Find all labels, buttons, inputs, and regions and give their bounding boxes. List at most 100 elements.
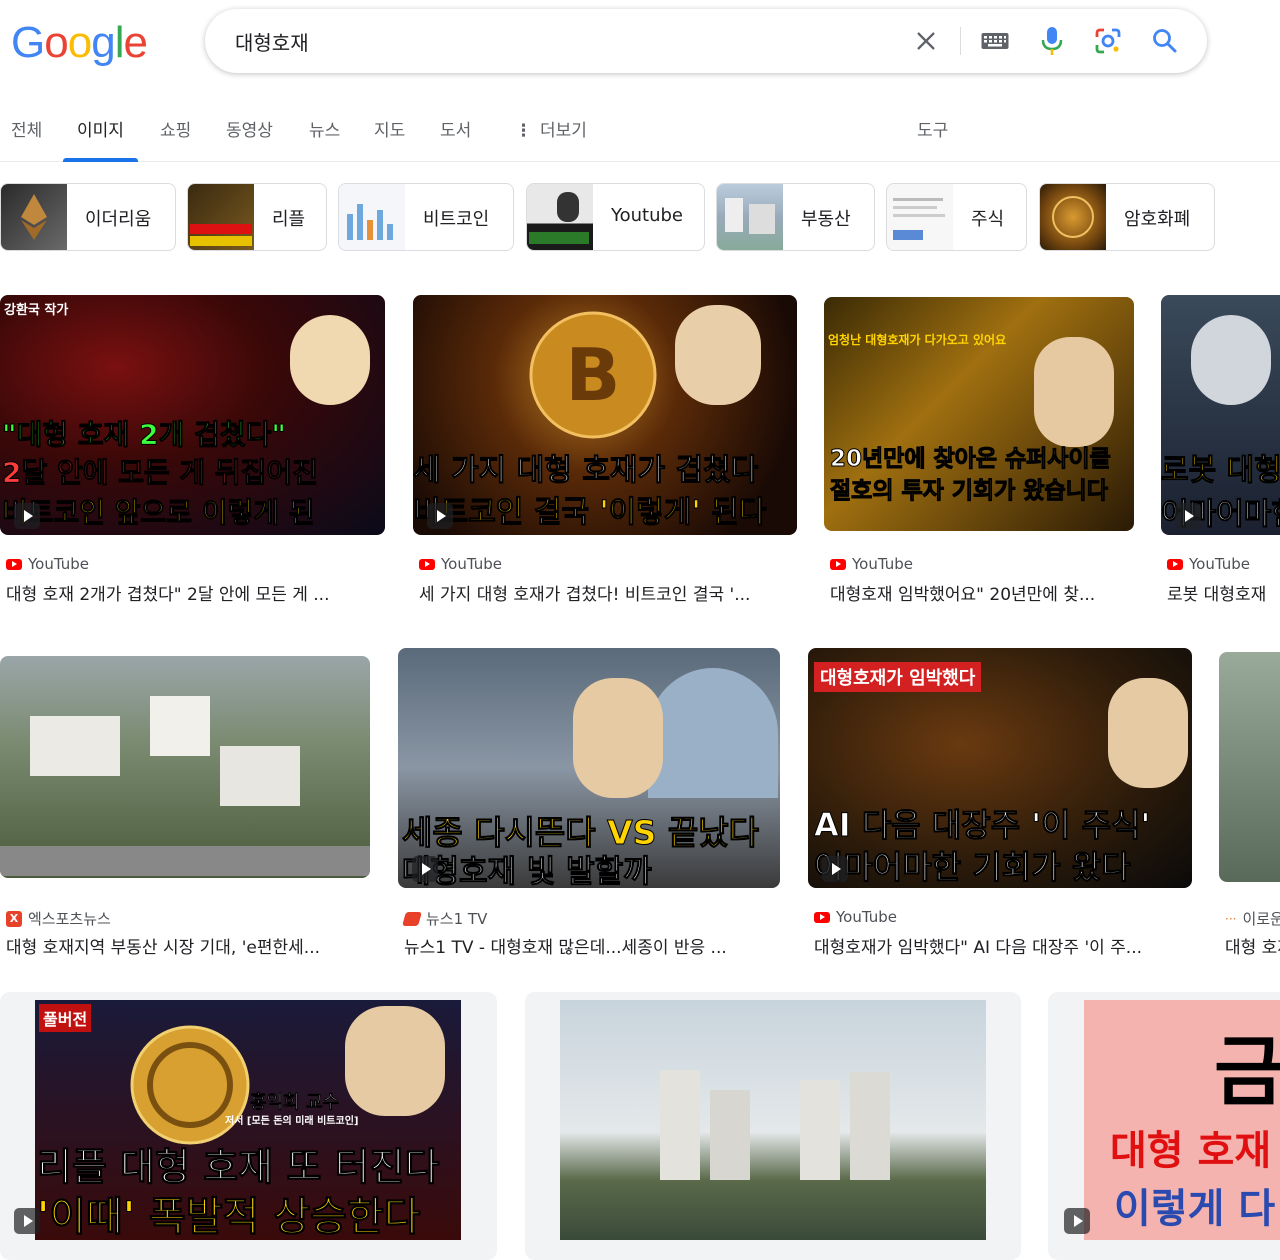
thumb-caption: 어마어마한 기회가 왔다 bbox=[814, 848, 1132, 887]
tab-tools[interactable]: 도구 bbox=[917, 116, 948, 162]
thumb-caption: 리플 대형 호재 또 터진다 bbox=[37, 1145, 441, 1190]
tab-shopping[interactable]: 쇼핑 bbox=[160, 116, 191, 162]
microphone-icon[interactable] bbox=[1034, 23, 1070, 59]
result-title[interactable]: 대형호재가 임박했다" AI 다음 대장주 '이 주... bbox=[814, 933, 1188, 958]
image-result[interactable]: 풀버전 홍익희 교수 저서 [모든 돈의 미래 비트코인] 리플 대형 호재 또… bbox=[0, 992, 497, 1260]
result-source: X 엑스포츠뉴스 bbox=[6, 908, 111, 929]
tab-all[interactable]: 전체 bbox=[11, 116, 42, 162]
chip-ripple[interactable]: 리플 bbox=[187, 183, 327, 251]
image-result[interactable]: 금 대형 호재 이렇게 다 bbox=[1048, 992, 1280, 1260]
thumb-caption: "대형 호재 2개 겹쳤다" bbox=[2, 418, 287, 452]
image-result[interactable]: 엄청난 대형호재가 다가오고 있어요 20년만에 찾아온 슈퍼사이클 절호의 투… bbox=[824, 287, 1134, 607]
result-thumbnail: B 세 가지 대형 호재가 겹쳤다 비트코인 결국 '이렇게' 된다 bbox=[413, 295, 797, 535]
result-title[interactable]: 대형호재 임박했어요" 20년만에 찾... bbox=[830, 580, 1130, 605]
thumb-caption: 풀버전 bbox=[39, 1004, 92, 1032]
chip-youtube[interactable]: Youtube bbox=[526, 183, 705, 251]
chip-label: 부동산 bbox=[801, 209, 851, 230]
image-result[interactable]: 세종 다시뜬다 VS 끝났다 대형호재 빛 발할까 뉴스1 TV 뉴스1 TV … bbox=[398, 640, 780, 960]
chip-label: 비트코인 bbox=[423, 209, 490, 230]
bitcoin-icon: B bbox=[529, 311, 657, 439]
image-result[interactable]: 대형호재가 임박했다 AI 다음 대장주 '이 주식' 어마어마한 기회가 왔다… bbox=[808, 640, 1192, 960]
logo-letter: l bbox=[114, 18, 125, 67]
clear-icon[interactable] bbox=[908, 23, 944, 59]
chip-bitcoin[interactable]: 비트코인 bbox=[338, 183, 514, 251]
chip-ethereum[interactable]: 이더리움 bbox=[0, 183, 176, 251]
thumb-caption: 저서 [모든 돈의 미래 비트코인] bbox=[225, 1116, 359, 1127]
chip-label: 암호화폐 bbox=[1124, 209, 1191, 230]
logo-letter: g bbox=[91, 18, 116, 67]
dome-graphic bbox=[648, 668, 778, 798]
source-label: 뉴스1 TV bbox=[426, 910, 488, 928]
result-title[interactable]: 로봇 대형호재 bbox=[1167, 580, 1280, 605]
building-graphic bbox=[800, 1080, 840, 1180]
thumb-caption: 대형호재 빛 발할까 bbox=[402, 854, 653, 889]
play-icon bbox=[427, 503, 453, 529]
thumb-caption: 대형호재가 임박했다 bbox=[814, 662, 982, 692]
chip-label: 리플 bbox=[272, 209, 306, 230]
building-graphic bbox=[850, 1072, 890, 1180]
logo-letter: G bbox=[11, 18, 45, 67]
keyboard-icon[interactable] bbox=[977, 23, 1013, 59]
image-result[interactable] bbox=[525, 992, 1021, 1260]
result-title[interactable]: 뉴스1 TV - 대형호재 많은데...세종이 반응 ... bbox=[404, 933, 776, 958]
image-result[interactable]: 강환국 작가 "대형 호재 2개 겹쳤다" 2달 안에 모든 게 뒤집어진 비트… bbox=[0, 287, 385, 607]
chip-thumbnail bbox=[1, 184, 67, 250]
building-graphic bbox=[220, 746, 300, 806]
thumb-caption: '이때' 폭발적 상승한다 bbox=[37, 1194, 422, 1241]
thumb-caption: 이렇게 다 bbox=[1114, 1186, 1276, 1232]
chip-thumbnail bbox=[339, 184, 405, 250]
youtube-icon bbox=[6, 558, 22, 570]
tab-videos[interactable]: 동영상 bbox=[226, 116, 273, 162]
chip-stocks[interactable]: 주식 bbox=[886, 183, 1027, 251]
result-title[interactable]: 대형 호재 2개가 겹쳤다" 2달 안에 모든 게 ... bbox=[6, 580, 376, 605]
result-thumbnail: 금 대형 호재 이렇게 다 bbox=[1084, 1000, 1280, 1240]
svg-text:B: B bbox=[566, 333, 621, 417]
chip-thumbnail bbox=[887, 184, 953, 250]
thumb-caption: 금 bbox=[1214, 1027, 1280, 1116]
search-input[interactable] bbox=[235, 25, 885, 57]
result-source: YouTube bbox=[830, 555, 913, 573]
person-graphic bbox=[1034, 337, 1114, 447]
image-result[interactable]: X 엑스포츠뉴스 대형 호재지역 부동산 시장 기대, 'e편한세... bbox=[0, 640, 370, 960]
result-thumbnail: 엄청난 대형호재가 다가오고 있어요 20년만에 찾아온 슈퍼사이클 절호의 투… bbox=[824, 297, 1134, 531]
person-graphic bbox=[290, 315, 370, 405]
source-favicon-icon: X bbox=[6, 910, 22, 927]
chip-thumbnail bbox=[188, 184, 254, 250]
tab-more-label: 더보기 bbox=[540, 121, 587, 141]
image-result[interactable]: B 세 가지 대형 호재가 겹쳤다 비트코인 결국 '이렇게' 된다 YouTu… bbox=[413, 287, 797, 607]
person-graphic bbox=[1108, 678, 1188, 788]
tab-news[interactable]: 뉴스 bbox=[309, 116, 340, 162]
person-graphic bbox=[573, 678, 663, 798]
thumb-caption: 로봇 대형 bbox=[1161, 453, 1280, 489]
result-title[interactable]: 대형 호재지역 부동산 시장 기대, 'e편한세... bbox=[6, 933, 368, 958]
search-box bbox=[205, 9, 1207, 73]
result-title[interactable]: 대형 호재 bbox=[1225, 933, 1280, 958]
result-thumbnail: 세종 다시뜬다 VS 끝났다 대형호재 빛 발할까 bbox=[398, 648, 780, 888]
tab-maps[interactable]: 지도 bbox=[374, 116, 405, 162]
tab-more[interactable]: ⋮ 더보기 bbox=[515, 116, 587, 162]
play-icon bbox=[412, 856, 438, 882]
tab-images[interactable]: 이미지 bbox=[63, 116, 138, 162]
image-result[interactable]: 로봇 대형 어마어마한 YouTube 로봇 대형호재 bbox=[1161, 287, 1280, 607]
search-divider bbox=[960, 27, 961, 55]
youtube-icon bbox=[1167, 558, 1183, 570]
robot-graphic bbox=[1191, 315, 1271, 405]
play-icon bbox=[14, 1208, 40, 1234]
result-thumbnail: 강환국 작가 "대형 호재 2개 겹쳤다" 2달 안에 모든 게 뒤집어진 비트… bbox=[0, 295, 385, 535]
play-icon bbox=[14, 503, 40, 529]
image-result[interactable]: ··· 이로운 대형 호재 bbox=[1219, 640, 1280, 960]
tab-books[interactable]: 도서 bbox=[440, 116, 471, 162]
thumb-caption: 홍익희 교수 bbox=[250, 1092, 340, 1114]
source-label: YouTube bbox=[852, 555, 913, 573]
lens-icon[interactable] bbox=[1090, 23, 1126, 59]
result-thumbnail: 로봇 대형 어마어마한 bbox=[1161, 295, 1280, 535]
chip-real-estate[interactable]: 부동산 bbox=[716, 183, 875, 251]
logo-letter: o bbox=[44, 18, 69, 67]
building-graphic bbox=[660, 1070, 700, 1180]
chip-label: 주식 bbox=[971, 209, 1005, 230]
search-icon[interactable] bbox=[1147, 23, 1183, 59]
result-title[interactable]: 세 가지 대형 호재가 겹쳤다! 비트코인 결국 '... bbox=[419, 580, 791, 605]
thumb-caption: AI 다음 대장주 '이 주식' bbox=[813, 806, 1151, 845]
google-logo[interactable]: Google bbox=[11, 18, 148, 68]
chip-crypto[interactable]: 암호화폐 bbox=[1039, 183, 1215, 251]
